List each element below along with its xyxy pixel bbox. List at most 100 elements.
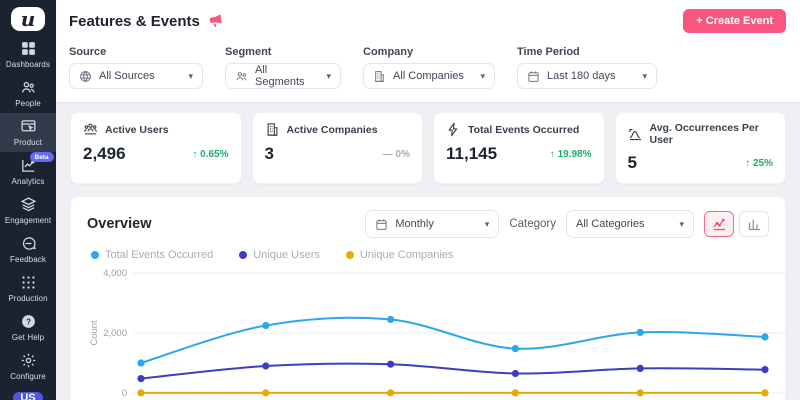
bar-chart-toggle-button[interactable] bbox=[739, 211, 769, 237]
feedback-icon bbox=[20, 235, 37, 252]
building-icon bbox=[265, 122, 280, 137]
overview-card: Overview Monthly ▾ Category All Categori… bbox=[70, 196, 786, 400]
overview-title: Overview bbox=[87, 216, 152, 232]
userpilot-logo[interactable]: u bbox=[11, 7, 45, 31]
user-avatar[interactable]: US bbox=[13, 392, 43, 400]
production-icon bbox=[20, 274, 37, 291]
chart-type-toggle bbox=[704, 211, 769, 237]
sidebar-item-label: Production bbox=[8, 294, 47, 303]
product-icon bbox=[20, 118, 37, 135]
sidebar-item-label: Feedback bbox=[10, 255, 46, 264]
legend-item-unique-companies[interactable]: Unique Companies bbox=[346, 249, 454, 261]
period-dropdown[interactable]: Monthly ▾ bbox=[365, 210, 499, 238]
active-users-icon bbox=[83, 122, 98, 137]
stats-row: Active Users 2,496 ↑ 0.65% Active Compan… bbox=[70, 112, 786, 184]
svg-text:?: ? bbox=[26, 317, 31, 326]
bell-curve-icon bbox=[628, 127, 643, 142]
sidebar-item-product[interactable]: Product bbox=[0, 113, 56, 152]
sidebar-item-people[interactable]: People bbox=[0, 74, 56, 113]
dropdown-value: All Companies bbox=[393, 70, 464, 82]
lightning-icon bbox=[446, 122, 461, 137]
chevron-down-icon: ▾ bbox=[642, 71, 647, 82]
dropdown-value: Monthly bbox=[395, 218, 434, 230]
svg-text:4,000: 4,000 bbox=[103, 268, 127, 279]
line-chart-toggle-button[interactable] bbox=[704, 211, 734, 237]
svg-text:2,000: 2,000 bbox=[103, 328, 127, 339]
stat-delta: ↑ 19.98% bbox=[550, 149, 592, 160]
legend-item-unique-users[interactable]: Unique Users bbox=[239, 249, 320, 261]
legend-dot bbox=[346, 251, 354, 259]
overview-chart[interactable]: 02,0004,000CountAug 2023Sep 2023Oct 2023… bbox=[87, 263, 791, 400]
time-period-dropdown[interactable]: Last 180 days ▾ bbox=[517, 63, 657, 89]
filter-label: Segment bbox=[225, 46, 341, 58]
legend-dot bbox=[239, 251, 247, 259]
stat-delta: ↑ 0.65% bbox=[192, 149, 228, 160]
calendar-icon bbox=[375, 218, 388, 231]
segment-dropdown[interactable]: All Segments ▾ bbox=[225, 63, 341, 89]
beta-badge: Beta bbox=[30, 152, 54, 162]
filter-segment: Segment All Segments ▾ bbox=[225, 46, 341, 89]
filter-source: Source All Sources ▾ bbox=[69, 46, 203, 89]
sidebar-item-label: Analytics bbox=[12, 177, 45, 186]
legend-item-total-events[interactable]: Total Events Occurred bbox=[91, 249, 213, 261]
sidebar-item-engagement[interactable]: Engagement bbox=[0, 191, 56, 230]
stat-delta: — 0% bbox=[383, 149, 410, 160]
sidebar-item-label: Product bbox=[14, 138, 42, 147]
create-event-button[interactable]: + Create Event bbox=[683, 9, 786, 33]
sidebar-item-label: People bbox=[15, 99, 41, 108]
filter-company: Company All Companies ▾ bbox=[363, 46, 495, 89]
stat-card-active-users: Active Users 2,496 ↑ 0.65% bbox=[70, 112, 242, 184]
sidebar-item-feedback[interactable]: Feedback bbox=[0, 230, 56, 269]
stat-value: 2,496 bbox=[83, 144, 126, 164]
svg-text:Count: Count bbox=[89, 320, 100, 346]
svg-text:0: 0 bbox=[122, 388, 127, 399]
stat-value: 5 bbox=[628, 153, 637, 173]
analytics-icon: Beta bbox=[20, 157, 37, 174]
dashboards-icon bbox=[20, 40, 37, 57]
filter-label: Company bbox=[363, 46, 495, 58]
stat-card-total-events: Total Events Occurred 11,145 ↑ 19.98% bbox=[433, 112, 605, 184]
legend-label: Unique Companies bbox=[360, 249, 454, 261]
dash-icon: — bbox=[383, 149, 393, 160]
legend-label: Total Events Occurred bbox=[105, 249, 213, 261]
stat-title: Avg. Occurrences Per User bbox=[650, 122, 774, 146]
filter-bar: Source All Sources ▾ Segment All Segment… bbox=[56, 42, 800, 102]
legend-label: Unique Users bbox=[253, 249, 320, 261]
dropdown-value: All Sources bbox=[99, 70, 155, 82]
sidebar-item-label: Configure bbox=[10, 372, 46, 381]
filter-time-period: Time Period Last 180 days ▾ bbox=[517, 46, 657, 89]
sidebar-item-production[interactable]: Production bbox=[0, 269, 56, 308]
dropdown-value: All Categories bbox=[576, 218, 644, 230]
sidebar-item-analytics[interactable]: Beta Analytics bbox=[0, 152, 56, 191]
content-area: Active Users 2,496 ↑ 0.65% Active Compan… bbox=[56, 102, 800, 400]
gear-icon bbox=[20, 352, 37, 369]
source-dropdown[interactable]: All Sources ▾ bbox=[69, 63, 203, 89]
source-icon bbox=[79, 70, 92, 83]
sidebar-item-dashboards[interactable]: Dashboards bbox=[0, 35, 56, 74]
arrow-up-icon: ↑ bbox=[192, 149, 197, 160]
stat-value: 11,145 bbox=[446, 144, 497, 164]
sidebar-item-configure[interactable]: Configure bbox=[0, 347, 56, 386]
stat-title: Active Companies bbox=[287, 124, 378, 136]
dropdown-value: Last 180 days bbox=[547, 70, 616, 82]
chevron-down-icon: ▾ bbox=[480, 71, 485, 82]
sidebar-item-get-help[interactable]: ? Get Help bbox=[0, 308, 56, 347]
chevron-down-icon: ▾ bbox=[485, 219, 490, 230]
page-title: Features & Events bbox=[69, 13, 200, 30]
chart-legend: Total Events Occurred Unique Users Uniqu… bbox=[91, 249, 769, 261]
legend-dot bbox=[91, 251, 99, 259]
page-header: Features & Events + Create Event bbox=[56, 0, 800, 42]
sidebar-item-label: Get Help bbox=[12, 333, 44, 342]
filter-label: Time Period bbox=[517, 46, 657, 58]
stat-card-avg-occurrences: Avg. Occurrences Per User 5 ↑ 25% bbox=[615, 112, 787, 184]
dropdown-value: All Segments bbox=[255, 64, 319, 88]
stat-card-active-companies: Active Companies 3 — 0% bbox=[252, 112, 424, 184]
arrow-up-icon: ↑ bbox=[550, 149, 555, 160]
category-dropdown[interactable]: All Categories ▾ bbox=[566, 210, 694, 238]
company-dropdown[interactable]: All Companies ▾ bbox=[363, 63, 495, 89]
chevron-down-icon: ▾ bbox=[188, 71, 193, 82]
chevron-down-icon: ▾ bbox=[679, 219, 684, 230]
megaphone-icon bbox=[207, 12, 225, 30]
calendar-icon bbox=[527, 70, 540, 83]
sidebar: u Dashboards People Product Beta Analyti… bbox=[0, 0, 56, 400]
